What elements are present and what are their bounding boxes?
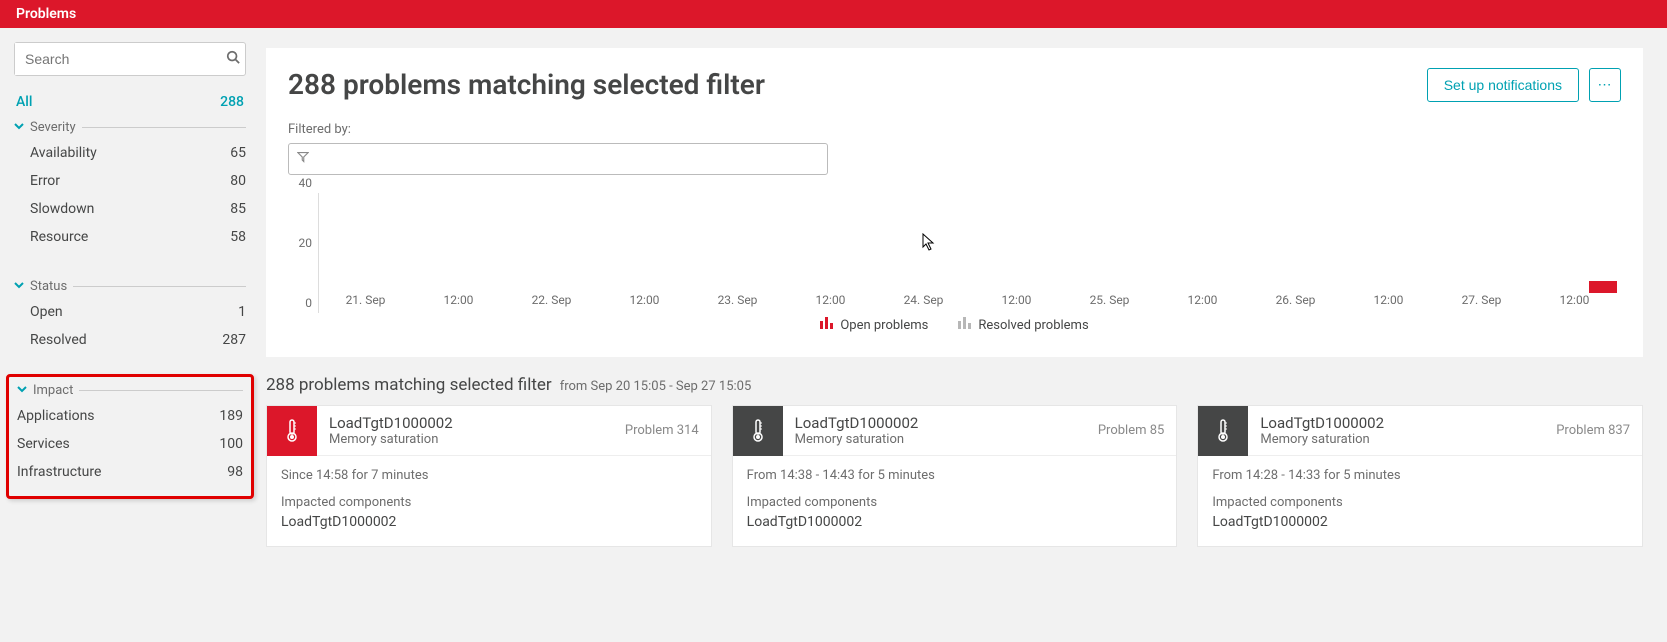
filter-status-resolved[interactable]: Resolved 287 — [14, 326, 246, 354]
filter-group-severity: Severity Availability 65 Error 80 Slowdo… — [14, 120, 246, 251]
problem-name: LoadTgtD1000002 — [795, 414, 919, 432]
impacted-components-label: Impacted components — [281, 495, 697, 510]
problem-timeframe: From 14:38 - 14:43 for 5 minutes — [747, 468, 1163, 483]
problem-timeframe: Since 14:58 for 7 minutes — [281, 468, 697, 483]
chart-bars — [319, 193, 1621, 293]
filter-all-count: 288 — [220, 94, 244, 110]
problem-description: Memory saturation — [329, 432, 453, 447]
legend-open[interactable]: Open problems — [820, 317, 928, 333]
sidebar: All 288 Severity Availability 65 Error 8… — [0, 28, 260, 513]
more-actions-button[interactable]: ⋯ — [1589, 68, 1621, 102]
problem-list-range: from Sep 20 15:05 - Sep 27 15:05 — [560, 379, 752, 394]
filter-input[interactable] — [288, 143, 828, 175]
impacted-component: LoadTgtD1000002 — [1212, 514, 1628, 530]
chevron-down-icon — [14, 120, 24, 135]
topbar: Problems — [0, 0, 1667, 28]
annotation-impact-highlight: Impact Applications 189 Services 100 Inf… — [6, 374, 254, 499]
chart-plot[interactable]: 21. Sep12:0022. Sep12:0023. Sep12:0024. … — [318, 193, 1621, 313]
problem-card[interactable]: LoadTgtD1000002Memory saturationProblem … — [1197, 405, 1643, 547]
main: 288 problems matching selected filter Se… — [260, 28, 1667, 567]
problem-description: Memory saturation — [795, 432, 919, 447]
problem-id: Problem 85 — [1098, 423, 1165, 438]
topbar-title: Problems — [16, 6, 76, 22]
problem-id: Problem 314 — [625, 423, 699, 438]
filter-group-label: Impact — [33, 383, 73, 398]
chevron-down-icon — [17, 383, 27, 398]
filter-severity-availability[interactable]: Availability 65 — [14, 139, 246, 167]
filter-severity-error[interactable]: Error 80 — [14, 167, 246, 195]
filter-all[interactable]: All 288 — [16, 94, 244, 110]
problems-card: 288 problems matching selected filter Se… — [266, 48, 1643, 357]
filter-impact-applications[interactable]: Applications 189 — [9, 402, 251, 430]
problem-card[interactable]: LoadTgtD1000002Memory saturationProblem … — [266, 405, 712, 547]
chart-legend: Open problems Resolved problems — [288, 317, 1621, 333]
filter-group-header-status[interactable]: Status — [14, 279, 246, 294]
filter-group-impact: Impact Applications 189 Services 100 Inf… — [9, 383, 251, 486]
filtered-by-label: Filtered by: — [288, 122, 1621, 137]
chart-bar-open[interactable] — [1589, 281, 1618, 294]
memory-saturation-icon — [733, 406, 783, 456]
page-title: 288 problems matching selected filter — [288, 68, 1417, 101]
chart-yaxis: 02040 — [288, 193, 318, 313]
filter-group-header-severity[interactable]: Severity — [14, 120, 246, 135]
chart-xaxis: 21. Sep12:0022. Sep12:0023. Sep12:0024. … — [319, 293, 1621, 313]
problem-id: Problem 837 — [1556, 423, 1630, 438]
impacted-component: LoadTgtD1000002 — [281, 514, 697, 530]
problem-cards-row: LoadTgtD1000002Memory saturationProblem … — [266, 405, 1643, 547]
bars-icon — [820, 317, 834, 333]
problem-name: LoadTgtD1000002 — [329, 414, 453, 432]
search-input[interactable] — [15, 43, 216, 75]
impacted-components-label: Impacted components — [747, 495, 1163, 510]
set-up-notifications-button[interactable]: Set up notifications — [1427, 68, 1579, 102]
legend-resolved[interactable]: Resolved problems — [958, 317, 1088, 333]
problem-timeframe: From 14:28 - 14:33 for 5 minutes — [1212, 468, 1628, 483]
filter-impact-services[interactable]: Services 100 — [9, 430, 251, 458]
search-icon — [216, 50, 250, 68]
more-icon: ⋯ — [1598, 77, 1613, 93]
bars-icon — [958, 317, 972, 333]
filter-group-label: Severity — [30, 120, 76, 135]
problem-name: LoadTgtD1000002 — [1260, 414, 1384, 432]
problems-chart: 02040 21. Sep12:0022. Sep12:0023. Sep12:… — [288, 193, 1621, 313]
problem-list-title: 288 problems matching selected filter fr… — [266, 375, 1643, 395]
filter-group-header-impact[interactable]: Impact — [9, 383, 251, 398]
filter-status-open[interactable]: Open 1 — [14, 298, 246, 326]
filter-impact-infrastructure[interactable]: Infrastructure 98 — [9, 458, 251, 486]
impacted-components-label: Impacted components — [1212, 495, 1628, 510]
filter-severity-slowdown[interactable]: Slowdown 85 — [14, 195, 246, 223]
impacted-component: LoadTgtD1000002 — [747, 514, 1163, 530]
memory-saturation-icon — [267, 406, 317, 456]
filter-all-label: All — [16, 94, 32, 110]
funnel-icon — [297, 151, 309, 167]
filter-severity-resource[interactable]: Resource 58 — [14, 223, 246, 251]
filter-group-status: Status Open 1 Resolved 287 — [14, 279, 246, 354]
problem-description: Memory saturation — [1260, 432, 1384, 447]
memory-saturation-icon — [1198, 406, 1248, 456]
filter-group-label: Status — [30, 279, 67, 294]
chevron-down-icon — [14, 279, 24, 294]
search-input-wrapper[interactable] — [14, 42, 246, 76]
problem-card[interactable]: LoadTgtD1000002Memory saturationProblem … — [732, 405, 1178, 547]
